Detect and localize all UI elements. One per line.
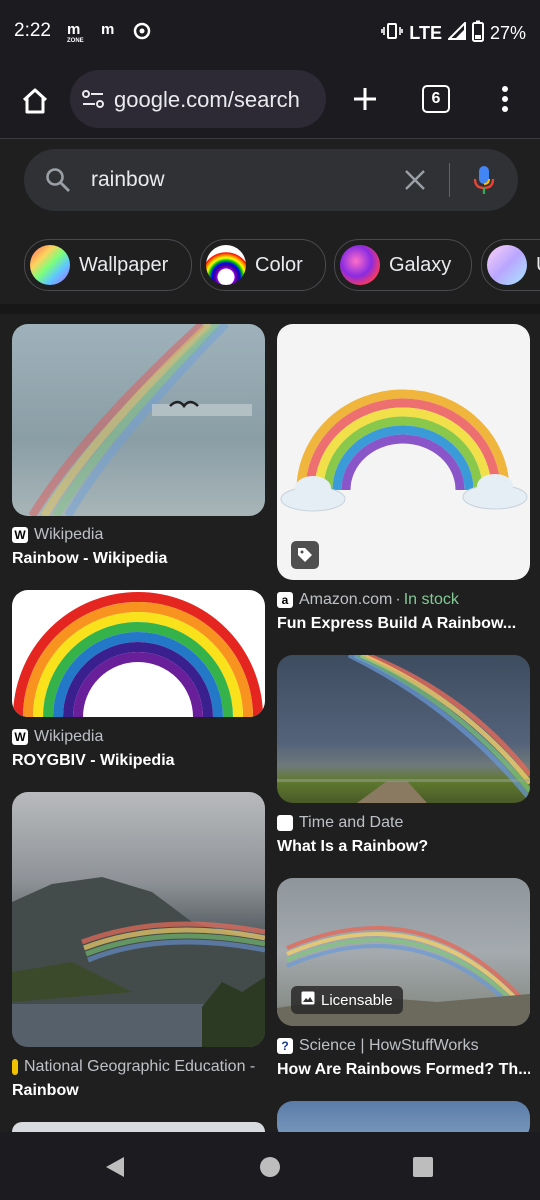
search-query[interactable]: rainbow: [91, 168, 165, 192]
mic-icon[interactable]: [470, 164, 498, 196]
badge-label: Licensable: [321, 991, 393, 1009]
home-nav-icon[interactable]: [255, 1152, 285, 1182]
source-name: Wikipedia: [34, 526, 104, 543]
result-title[interactable]: ROYGBIV - Wikipedia: [12, 752, 265, 770]
chip-partial[interactable]: U: [481, 239, 540, 291]
status-time: 2:22: [14, 20, 51, 41]
result-source: National Geographic Education -: [12, 1058, 255, 1076]
source-name: Time and Date: [299, 814, 404, 831]
source-name: Wikipedia: [34, 728, 104, 745]
source-dot: ·: [395, 591, 401, 608]
section-divider: [0, 304, 540, 314]
search-icon: [44, 166, 72, 194]
wikipedia-icon: W: [12, 527, 28, 543]
chip-wallpaper-thumbnail: [30, 245, 70, 285]
new-tab-icon[interactable]: [348, 82, 382, 116]
source-name: Science | HowStuffWorks: [299, 1037, 479, 1054]
chip-partial-thumbnail: [487, 245, 527, 285]
chip-label: Color: [255, 253, 303, 276]
chip-galaxy[interactable]: Galaxy: [334, 239, 472, 291]
result-title[interactable]: Rainbow: [12, 1082, 265, 1100]
rainbow-field-photo: [277, 655, 530, 803]
chip-label: Wallpaper: [79, 253, 169, 276]
result-title[interactable]: Rainbow - Wikipedia: [12, 550, 265, 568]
result-title[interactable]: Fun Express Build A Rainbow...: [277, 615, 530, 633]
svg-text:ZONE: ZONE: [67, 38, 84, 44]
natgeo-icon: [12, 1059, 18, 1075]
search-divider: [449, 163, 450, 197]
howstuffworks-icon: ?: [277, 1038, 293, 1054]
timeanddate-icon: [277, 815, 293, 831]
system-nav-bar: [0, 1132, 540, 1200]
status-bar: 2:22 m ZONE m LTE 27%: [0, 0, 540, 64]
result-image[interactable]: [12, 590, 265, 717]
stock-status: In stock: [403, 591, 459, 608]
status-right: LTE 27%: [381, 20, 526, 47]
site-settings-icon[interactable]: [80, 87, 106, 111]
recents-icon[interactable]: [408, 1152, 438, 1182]
result-image[interactable]: Licensable: [277, 878, 530, 1026]
m-zone-notification-icon: m ZONE: [66, 20, 90, 44]
licensable-badge: Licensable: [291, 986, 403, 1014]
browser-toolbar: google.com/search 6: [0, 64, 540, 139]
result-source: a Amazon.com · In stock: [277, 591, 459, 609]
chip-wallpaper[interactable]: Wallpaper: [24, 239, 192, 291]
result-source: ? Science | HowStuffWorks: [277, 1037, 479, 1055]
shopping-tag-icon: [291, 541, 319, 569]
svg-text:m: m: [101, 21, 114, 38]
result-source: W Wikipedia: [12, 728, 103, 746]
result-title[interactable]: How Are Rainbows Formed? Th...: [277, 1061, 530, 1079]
result-image[interactable]: [277, 655, 530, 803]
address-bar[interactable]: google.com/search: [70, 70, 326, 128]
back-icon[interactable]: [100, 1152, 130, 1182]
result-image[interactable]: [12, 792, 265, 1047]
tab-count: 6: [431, 90, 441, 107]
network-type: LTE: [409, 23, 442, 43]
vibrate-icon: [381, 21, 404, 46]
result-source: Time and Date: [277, 814, 403, 832]
image-icon: [301, 991, 315, 1009]
battery-percent: 27%: [489, 23, 526, 43]
assistant-notification-icon: [132, 20, 156, 42]
result-title[interactable]: What Is a Rainbow?: [277, 838, 530, 856]
source-name: National Geographic Education -: [24, 1058, 256, 1075]
source-name: Amazon.com: [299, 591, 393, 608]
chip-label: U: [536, 254, 540, 277]
chip-color[interactable]: Color: [200, 239, 326, 291]
svg-text:m: m: [67, 21, 80, 38]
filter-chips: Wallpaper Color Galaxy U: [0, 239, 540, 293]
url-text[interactable]: google.com/search: [114, 87, 322, 113]
chip-color-thumbnail: [206, 245, 246, 285]
chip-galaxy-thumbnail: [340, 245, 380, 285]
rainbow-photo: [28, 324, 252, 516]
home-icon[interactable]: [16, 82, 54, 120]
menu-icon[interactable]: [494, 82, 516, 116]
clear-icon[interactable]: [402, 167, 428, 193]
wikipedia-icon: W: [12, 729, 28, 745]
amazon-icon: a: [277, 592, 293, 608]
result-image[interactable]: [277, 324, 530, 580]
chip-label: Galaxy: [389, 253, 452, 276]
m-notification-icon: m: [100, 20, 124, 42]
tab-switcher-icon[interactable]: 6: [422, 85, 450, 113]
rainbow-landscape-photo: [12, 877, 265, 1047]
signal-icon: [446, 20, 466, 45]
battery-icon: [471, 20, 484, 47]
search-box[interactable]: rainbow: [24, 149, 518, 211]
result-source: W Wikipedia: [12, 526, 103, 544]
rainbow-illustration: [13, 592, 263, 717]
result-image[interactable]: [12, 324, 265, 516]
